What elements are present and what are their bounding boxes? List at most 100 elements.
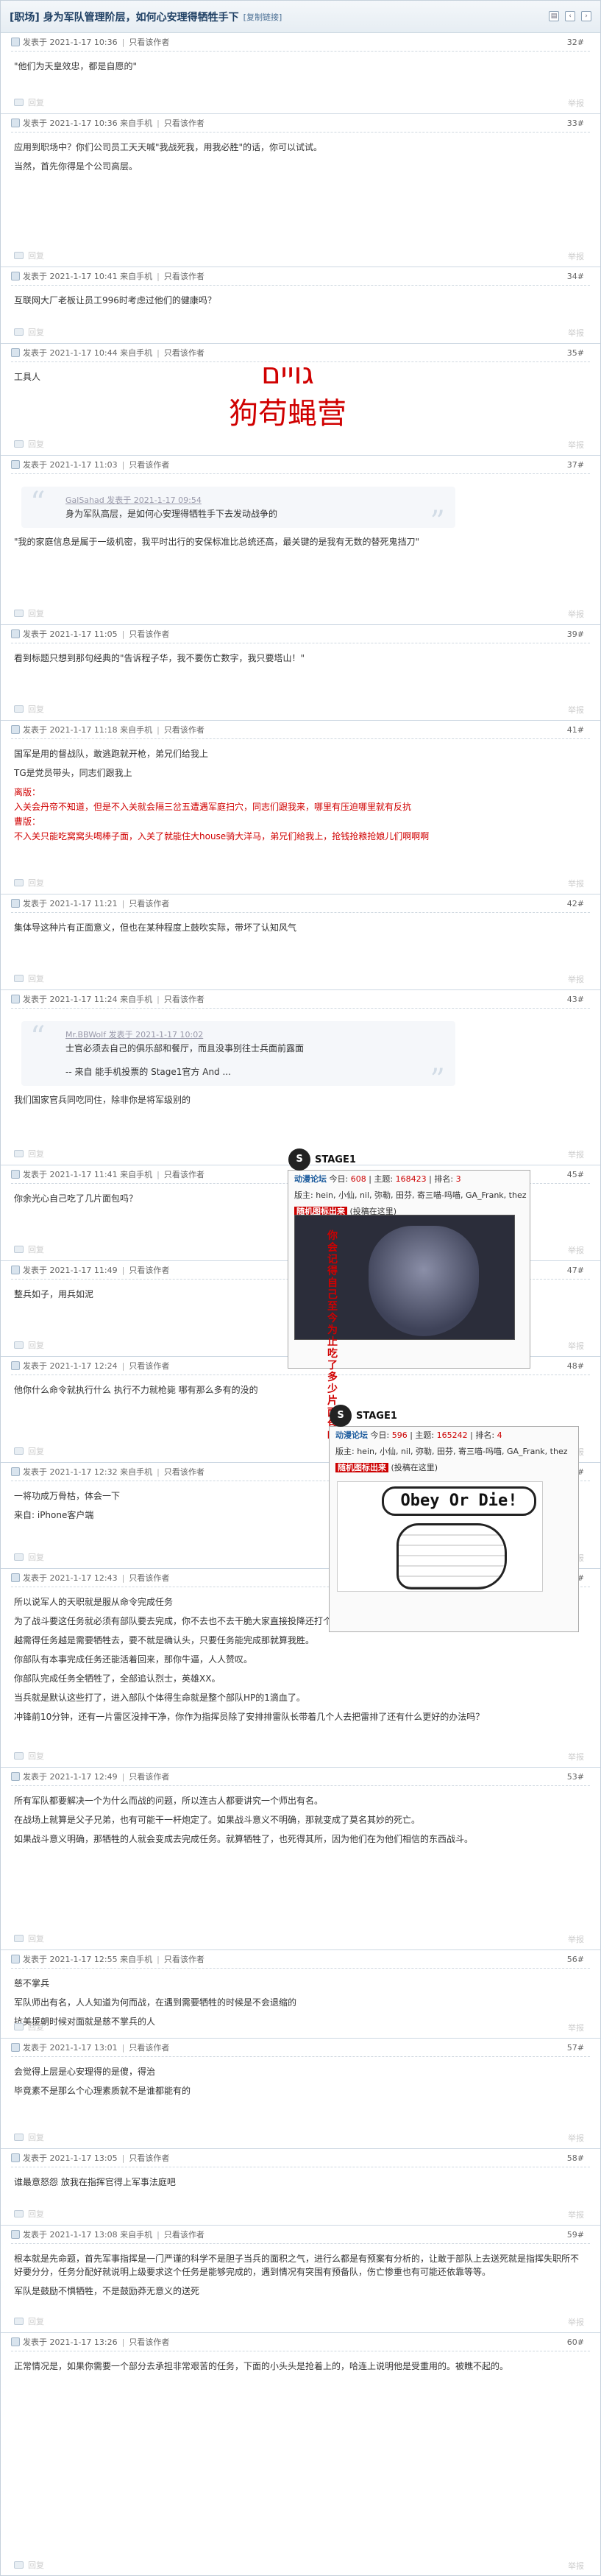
floor-number[interactable]: 48# bbox=[567, 1361, 584, 1371]
report-button[interactable]: 举报 bbox=[568, 439, 584, 450]
reply-icon[interactable] bbox=[14, 2134, 24, 2141]
reply-button[interactable]: 回复 bbox=[28, 607, 44, 619]
floor-number[interactable]: 37# bbox=[567, 460, 584, 470]
reply-icon[interactable] bbox=[14, 1447, 24, 1455]
author-only-link[interactable]: 只看该作者 bbox=[129, 1360, 169, 1372]
reply-icon[interactable] bbox=[14, 1553, 24, 1561]
reply-icon[interactable] bbox=[14, 1150, 24, 1157]
floor-number[interactable]: 32# bbox=[567, 38, 584, 47]
copy-link[interactable]: [复制链接] bbox=[243, 11, 282, 23]
next-thread-icon[interactable]: › bbox=[581, 11, 591, 21]
reply-icon[interactable] bbox=[14, 2210, 24, 2217]
floor-number[interactable]: 47# bbox=[567, 1266, 584, 1275]
reply-icon[interactable] bbox=[14, 879, 24, 886]
report-button[interactable]: 举报 bbox=[568, 2560, 584, 2571]
author-only-link[interactable]: 只看该作者 bbox=[129, 628, 169, 640]
author-only-link[interactable]: 只看该作者 bbox=[164, 2229, 205, 2240]
report-button[interactable]: 举报 bbox=[568, 1244, 584, 1255]
floor-number[interactable]: 33# bbox=[567, 119, 584, 128]
reply-icon[interactable] bbox=[14, 705, 24, 713]
author-only-link[interactable]: 只看该作者 bbox=[164, 724, 205, 735]
reply-icon[interactable] bbox=[14, 328, 24, 336]
floor-number[interactable]: 56# bbox=[567, 1955, 584, 1964]
reply-icon[interactable] bbox=[14, 1341, 24, 1349]
floor-number[interactable]: 42# bbox=[567, 899, 584, 908]
report-button[interactable]: 举报 bbox=[568, 608, 584, 619]
author-only-link[interactable]: 只看该作者 bbox=[129, 36, 169, 48]
author-only-link[interactable]: 只看该作者 bbox=[129, 2042, 169, 2053]
reply-button[interactable]: 回复 bbox=[28, 2315, 44, 2327]
reply-button[interactable]: 回复 bbox=[28, 703, 44, 715]
reply-icon[interactable] bbox=[14, 610, 24, 617]
floor-number[interactable]: 58# bbox=[567, 2153, 584, 2163]
reply-button[interactable]: 回复 bbox=[28, 1243, 44, 1255]
reply-button[interactable]: 回复 bbox=[28, 877, 44, 889]
reply-button[interactable]: 回复 bbox=[28, 2559, 44, 2571]
quote-source[interactable]: GalSahad 发表于 2021-1-17 09:54 bbox=[65, 494, 441, 507]
author-only-link[interactable]: 只看该作者 bbox=[129, 897, 169, 909]
reply-icon[interactable] bbox=[14, 99, 24, 106]
floor-number[interactable]: 60# bbox=[567, 2337, 584, 2347]
floor-number[interactable]: 39# bbox=[567, 629, 584, 639]
author-only-link[interactable]: 只看该作者 bbox=[129, 2152, 169, 2164]
reply-button[interactable]: 回复 bbox=[28, 250, 44, 261]
reply-button[interactable]: 回复 bbox=[28, 973, 44, 984]
report-button[interactable]: 举报 bbox=[568, 97, 584, 108]
reply-icon[interactable] bbox=[14, 975, 24, 982]
reply-icon[interactable] bbox=[14, 1935, 24, 1942]
author-only-link[interactable]: 只看该作者 bbox=[129, 2336, 169, 2348]
report-button[interactable]: 举报 bbox=[568, 2132, 584, 2143]
reply-icon[interactable] bbox=[14, 2561, 24, 2569]
reply-button[interactable]: 回复 bbox=[28, 2131, 44, 2143]
quote-source[interactable]: Mr.BBWolf 发表于 2021-1-17 10:02 bbox=[65, 1028, 441, 1042]
reply-button[interactable]: 回复 bbox=[28, 1445, 44, 1457]
report-button[interactable]: 举报 bbox=[568, 1148, 584, 1160]
floor-number[interactable]: 34# bbox=[567, 272, 584, 281]
report-button[interactable]: 举报 bbox=[568, 973, 584, 984]
reply-button[interactable]: 回复 bbox=[28, 2021, 44, 2033]
reply-button[interactable]: 回复 bbox=[28, 1551, 44, 1563]
report-button[interactable]: 举报 bbox=[568, 327, 584, 338]
reply-button[interactable]: 回复 bbox=[28, 1148, 44, 1160]
floor-number[interactable]: 35# bbox=[567, 348, 584, 358]
reply-button[interactable]: 回复 bbox=[28, 2208, 44, 2220]
author-only-link[interactable]: 只看该作者 bbox=[164, 270, 205, 282]
author-only-link[interactable]: 只看该作者 bbox=[164, 1168, 205, 1180]
floor-number[interactable]: 45# bbox=[567, 1170, 584, 1179]
print-icon[interactable]: ▤ bbox=[549, 11, 559, 21]
author-only-link[interactable]: 只看该作者 bbox=[164, 117, 205, 129]
report-button[interactable]: 举报 bbox=[568, 2022, 584, 2033]
reply-button[interactable]: 回复 bbox=[28, 96, 44, 108]
report-button[interactable]: 举报 bbox=[568, 878, 584, 889]
reply-icon[interactable] bbox=[14, 252, 24, 259]
author-only-link[interactable]: 只看该作者 bbox=[164, 1953, 205, 1965]
prev-thread-icon[interactable]: ‹ bbox=[565, 11, 575, 21]
author-only-link[interactable]: 只看该作者 bbox=[164, 347, 205, 359]
author-only-link[interactable]: 只看该作者 bbox=[164, 1466, 205, 1478]
report-button[interactable]: 举报 bbox=[568, 1751, 584, 1762]
reply-icon[interactable] bbox=[14, 1752, 24, 1760]
report-button[interactable]: 举报 bbox=[568, 1340, 584, 1351]
reply-icon[interactable] bbox=[14, 440, 24, 448]
reply-button[interactable]: 回复 bbox=[28, 326, 44, 338]
author-only-link[interactable]: 只看该作者 bbox=[129, 1572, 169, 1584]
floor-number[interactable]: 57# bbox=[567, 2043, 584, 2053]
author-only-link[interactable]: 只看该作者 bbox=[164, 993, 205, 1005]
floor-number[interactable]: 43# bbox=[567, 995, 584, 1004]
reply-button[interactable]: 回复 bbox=[28, 438, 44, 450]
reply-icon[interactable] bbox=[14, 2023, 24, 2030]
floor-number[interactable]: 59# bbox=[567, 2230, 584, 2240]
report-button[interactable]: 举报 bbox=[568, 250, 584, 261]
report-button[interactable]: 举报 bbox=[568, 2209, 584, 2220]
reply-icon[interactable] bbox=[14, 1246, 24, 1253]
floor-number[interactable]: 41# bbox=[567, 725, 584, 735]
report-button[interactable]: 举报 bbox=[568, 2316, 584, 2327]
author-only-link[interactable]: 只看该作者 bbox=[129, 459, 169, 470]
author-only-link[interactable]: 只看该作者 bbox=[129, 1771, 169, 1782]
reply-button[interactable]: 回复 bbox=[28, 1750, 44, 1762]
reply-icon[interactable] bbox=[14, 2318, 24, 2325]
report-button[interactable]: 举报 bbox=[568, 704, 584, 715]
reply-button[interactable]: 回复 bbox=[28, 1933, 44, 1944]
reply-button[interactable]: 回复 bbox=[28, 1339, 44, 1351]
author-only-link[interactable]: 只看该作者 bbox=[129, 1264, 169, 1276]
